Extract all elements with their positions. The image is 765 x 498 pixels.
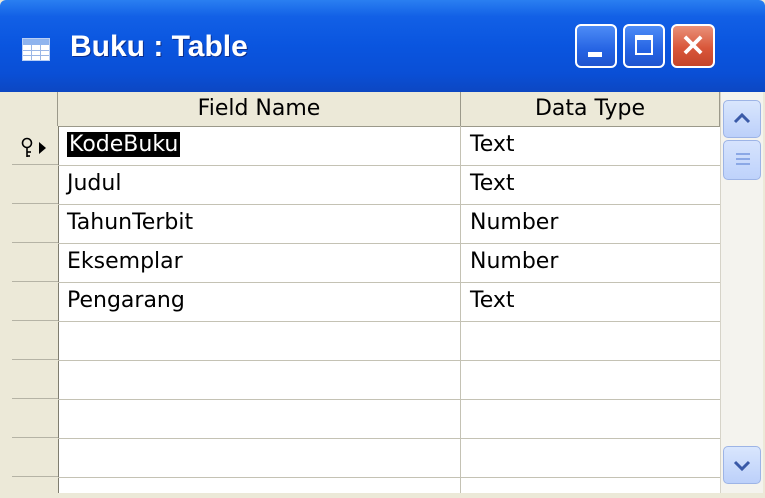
scroll-up-button[interactable] (723, 100, 761, 138)
row-selector[interactable] (12, 399, 58, 438)
window-title: Buku : Table (70, 30, 248, 63)
data-type-cell[interactable] (461, 399, 720, 438)
row-selector[interactable] (12, 165, 58, 204)
row-selector[interactable] (12, 204, 58, 243)
data-type-cell[interactable]: Number (461, 243, 720, 282)
field-name-cell[interactable]: Judul (58, 165, 460, 204)
table-design-window: Buku : Table × Field Name Data Type Kode… (0, 0, 765, 498)
grid-header-row: Field Name Data Type (12, 92, 720, 127)
row-selector[interactable] (12, 243, 58, 282)
field-design-grid: Field Name Data Type KodeBuku Text Judul… (12, 92, 720, 493)
field-name-cell[interactable] (58, 321, 460, 360)
close-icon: × (679, 25, 707, 63)
scroll-thumb[interactable] (723, 140, 761, 180)
title-bar[interactable]: Buku : Table × (0, 0, 765, 92)
key-icon (21, 137, 33, 157)
minimize-icon (588, 52, 602, 57)
data-type-cell[interactable] (461, 438, 720, 477)
field-name-cell[interactable]: Pengarang (58, 282, 460, 321)
row-selector[interactable] (12, 438, 58, 477)
table-icon (22, 38, 50, 61)
chevron-down-icon (733, 460, 751, 472)
row-selector-column (12, 126, 59, 493)
chevron-up-icon (733, 112, 751, 124)
column-header-data-type[interactable]: Data Type (461, 92, 720, 126)
data-type-cell[interactable]: Text (461, 165, 720, 204)
maximize-icon (635, 35, 653, 55)
data-type-cell[interactable]: Text (461, 282, 720, 321)
data-type-cell[interactable] (461, 360, 720, 399)
field-name-cell[interactable] (58, 399, 460, 438)
row-selector[interactable] (12, 321, 58, 360)
data-type-cell[interactable]: Text (461, 126, 720, 165)
row-selector[interactable] (12, 360, 58, 399)
minimize-button[interactable] (575, 24, 617, 68)
column-header-field-name[interactable]: Field Name (58, 92, 461, 126)
primary-key-indicator (21, 137, 46, 157)
window-bottom-border (0, 493, 765, 498)
field-name-cell[interactable]: TahunTerbit (58, 204, 460, 243)
close-button[interactable]: × (671, 24, 715, 68)
field-name-cell[interactable]: KodeBuku (58, 126, 460, 165)
vertical-scrollbar[interactable] (720, 92, 763, 493)
data-type-cell[interactable]: Number (461, 204, 720, 243)
maximize-button[interactable] (623, 24, 665, 68)
field-name-cell[interactable]: Eksemplar (58, 243, 460, 282)
scroll-down-button[interactable] (723, 446, 761, 484)
field-name-cell[interactable] (58, 360, 460, 399)
row-selector[interactable] (12, 282, 58, 321)
data-type-cell[interactable] (461, 321, 720, 360)
current-row-arrow-icon (39, 142, 46, 154)
header-corner (12, 92, 58, 126)
field-name-cell[interactable] (58, 438, 460, 477)
